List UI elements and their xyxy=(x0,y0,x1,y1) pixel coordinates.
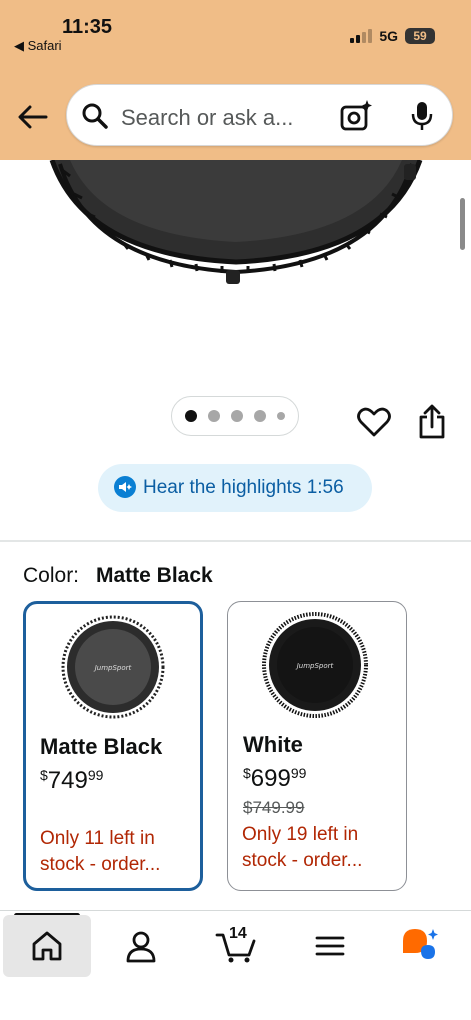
status-indicators: 5G 59 xyxy=(350,28,435,44)
nav-home-tab[interactable] xyxy=(3,915,91,977)
bottom-navigation: 14 xyxy=(0,910,471,1020)
option-price: $69999 xyxy=(243,765,307,792)
color-option-white[interactable]: JumpSport White $69999 $749.99 Only 19 l… xyxy=(227,601,407,891)
search-icon xyxy=(82,103,108,129)
microphone-icon[interactable] xyxy=(407,100,437,132)
search-input[interactable]: Search or ask a... xyxy=(66,84,453,146)
color-label: Color: xyxy=(23,564,80,587)
option-name: White xyxy=(243,732,303,757)
matte-black-trampoline-image: JumpSport xyxy=(61,615,165,719)
svg-text:JumpSport: JumpSport xyxy=(295,662,334,670)
network-type: 5G xyxy=(379,28,398,44)
white-trampoline-image: JumpSport xyxy=(262,612,368,718)
carousel-dot[interactable] xyxy=(254,410,266,422)
search-placeholder: Search or ask a... xyxy=(121,105,294,130)
color-option-matte-black[interactable]: JumpSport Matte Black $74999 Only 11 lef… xyxy=(23,601,203,891)
stock-warning: Only 11 left in stock - order... xyxy=(40,828,161,875)
status-time: 11:35 xyxy=(62,16,113,38)
option-price: $74999 xyxy=(40,767,104,794)
hear-highlights-label: Hear the highlights 1:56 xyxy=(143,477,344,498)
cart-icon[interactable] xyxy=(215,929,257,963)
image-carousel-indicator[interactable] xyxy=(171,396,299,436)
hear-highlights-button[interactable]: Hear the highlights 1:56 xyxy=(98,464,372,512)
camera-search-icon[interactable] xyxy=(339,99,373,133)
menu-icon[interactable] xyxy=(313,929,347,963)
battery-icon: 59 xyxy=(405,28,435,44)
section-divider xyxy=(0,540,471,542)
carousel-dot[interactable] xyxy=(231,410,243,422)
signal-icon xyxy=(350,29,373,43)
rufus-assistant-icon[interactable] xyxy=(401,927,443,967)
product-image[interactable] xyxy=(40,160,432,288)
carousel-dot[interactable] xyxy=(208,410,220,422)
account-icon[interactable] xyxy=(124,929,158,963)
selected-color-value: Matte Black xyxy=(96,564,213,587)
audio-speaker-icon xyxy=(114,476,136,498)
stock-warning: Only 19 left in stock - order... xyxy=(242,824,363,871)
option-name: Matte Black xyxy=(40,734,163,759)
page-scrollbar[interactable] xyxy=(460,198,465,250)
list-price: $749.99 xyxy=(243,798,305,817)
carousel-dot[interactable] xyxy=(277,412,285,420)
svg-text:JumpSport: JumpSport xyxy=(93,664,132,672)
share-icon[interactable] xyxy=(418,404,446,440)
home-icon xyxy=(32,931,62,961)
back-to-safari-link[interactable]: ◀ Safari xyxy=(14,38,62,54)
carousel-dot-active[interactable] xyxy=(185,410,197,422)
heart-icon[interactable] xyxy=(357,406,391,438)
back-arrow-icon[interactable] xyxy=(16,100,50,134)
